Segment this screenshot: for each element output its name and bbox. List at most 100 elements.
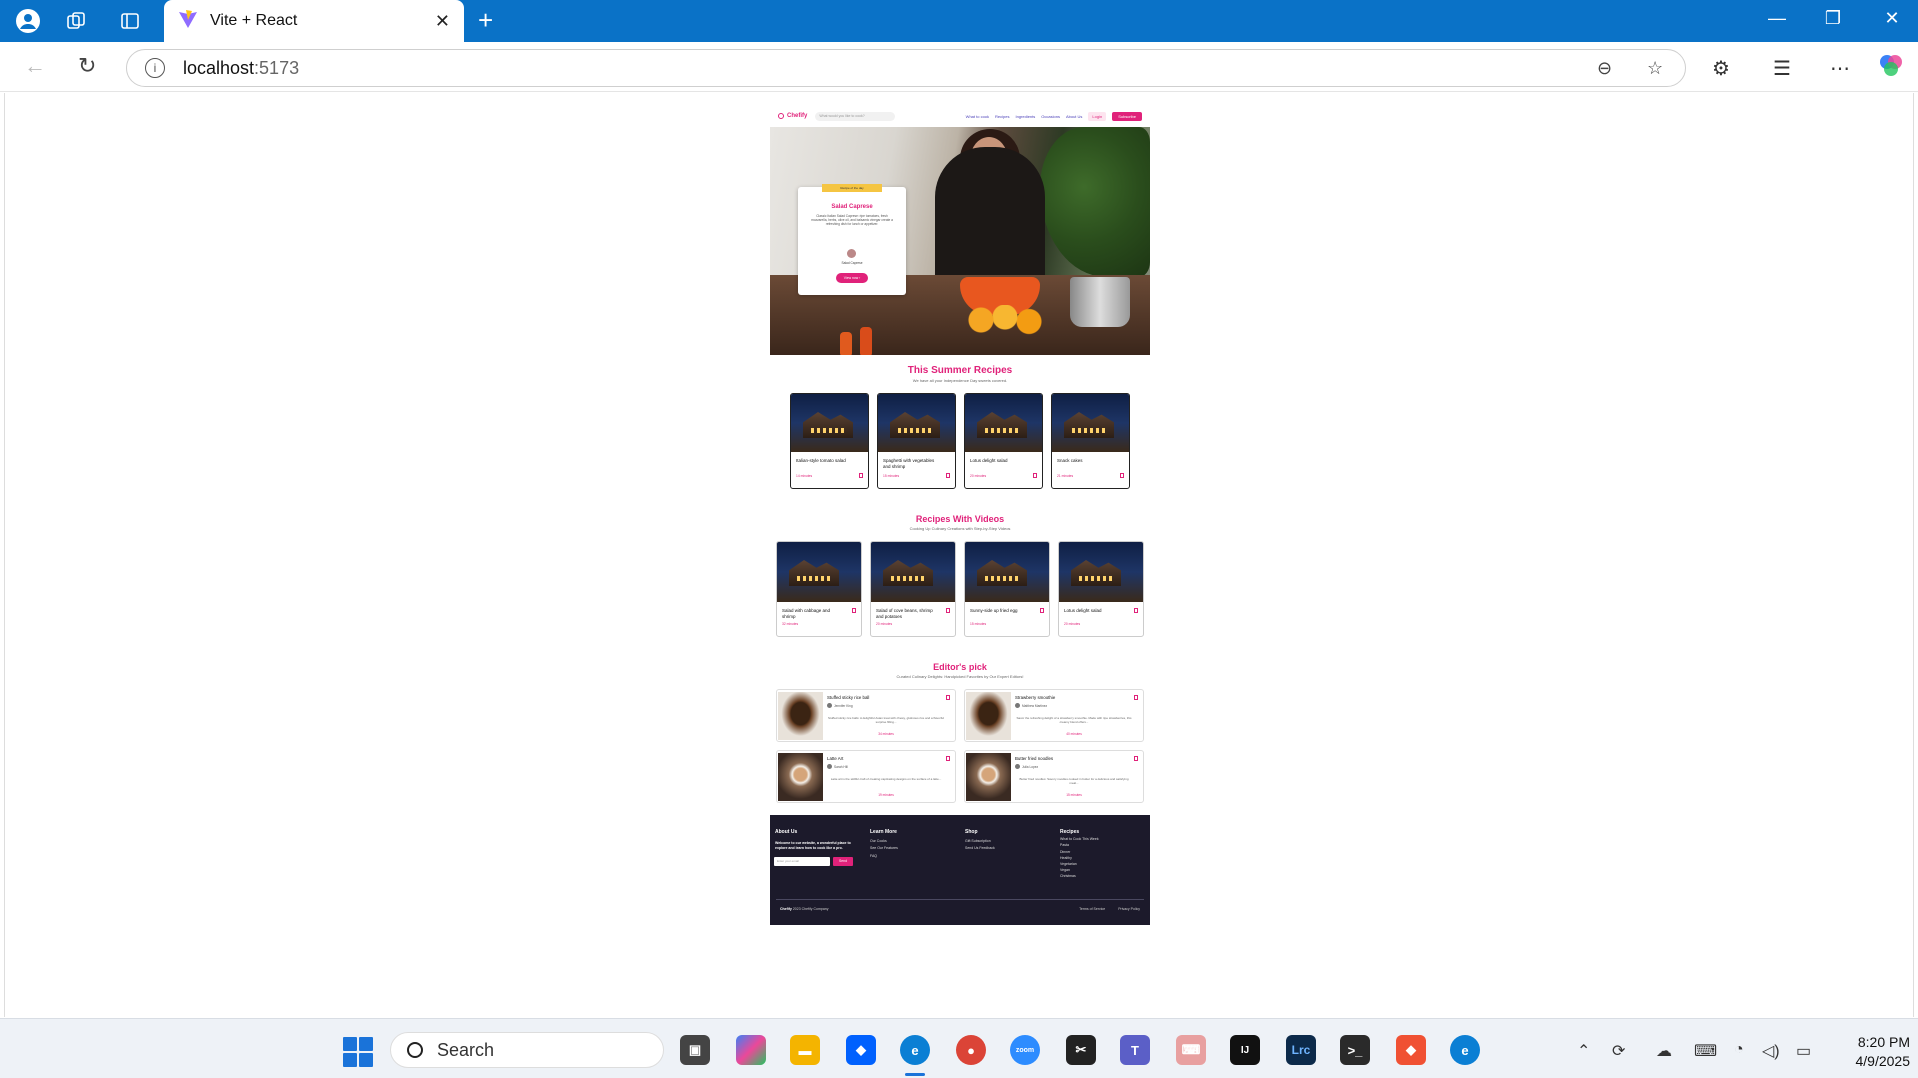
editor-card-description: Latte art is the skillful craft of creat… — [830, 777, 942, 781]
minimize-icon[interactable]: — — [1757, 8, 1797, 29]
tray-overflow-icon[interactable]: ⌃ — [1577, 1041, 1590, 1061]
editor-card[interactable]: Butter fried noodles Julia Lopez Butter … — [964, 750, 1144, 803]
zoom-out-icon[interactable]: ⊖ — [1597, 58, 1612, 79]
workspaces-icon[interactable] — [62, 7, 90, 35]
avatar — [847, 249, 856, 258]
git-icon[interactable]: ◆ — [1396, 1035, 1426, 1065]
bookmark-icon[interactable] — [946, 608, 950, 613]
task-view-icon[interactable]: ▣ — [680, 1035, 710, 1065]
zoom-icon[interactable]: zoom — [1010, 1035, 1040, 1065]
edge-dev-icon[interactable]: e — [1450, 1035, 1480, 1065]
recipe-time: 20 minutes — [1064, 622, 1081, 626]
view-now-button[interactable]: View now › — [836, 273, 868, 283]
bookmark-icon[interactable] — [946, 695, 950, 700]
copilot-app-icon[interactable] — [736, 1035, 766, 1065]
site-logo[interactable]: Chefify — [778, 113, 807, 119]
profile-icon[interactable] — [14, 7, 42, 35]
footer-link[interactable]: Dinner — [1060, 850, 1146, 854]
more-menu-icon[interactable]: ⋯ — [1830, 56, 1850, 81]
bookmark-icon[interactable] — [946, 473, 950, 478]
video-recipe-card[interactable]: Salad with cabbage and shrimp 32 minutes — [776, 541, 862, 637]
nav-recipes[interactable]: Recipes — [995, 114, 1009, 119]
capcut-icon[interactable]: ✂ — [1066, 1035, 1096, 1065]
footer-link[interactable]: See Our Features — [870, 846, 956, 850]
footer-link[interactable]: Send Us Feedback — [965, 846, 1051, 850]
nav-ingredients[interactable]: Ingredients — [1015, 114, 1035, 119]
footer-link[interactable]: Healthy — [1060, 856, 1146, 860]
footer-link[interactable]: What to Cook This Week — [1060, 837, 1146, 841]
restore-icon[interactable]: ❐ — [1813, 8, 1853, 29]
new-tab-icon[interactable]: + — [478, 7, 493, 33]
chrome-icon[interactable]: ● — [956, 1035, 986, 1065]
editor-card[interactable]: Strawberry smoothie Matthew Martinez Sav… — [964, 689, 1144, 742]
login-button[interactable]: Login — [1088, 111, 1107, 121]
footer-link[interactable]: Pasta — [1060, 843, 1146, 847]
volume-icon[interactable]: ◁) — [1762, 1041, 1780, 1061]
dropbox-icon[interactable]: ◆ — [846, 1035, 876, 1065]
bookmark-icon[interactable] — [1134, 608, 1138, 613]
copilot-icon[interactable] — [1878, 52, 1904, 84]
tab-vite-react[interactable]: Vite + React ✕ — [164, 0, 464, 42]
recipe-card[interactable]: Spaghetti with vegetables and shrimp 15 … — [877, 393, 956, 489]
app-icon[interactable]: ⌨ — [1176, 1035, 1206, 1065]
onedrive-icon[interactable]: ☁ — [1656, 1041, 1672, 1061]
wifi-icon[interactable]: ◔ — [1734, 1041, 1744, 1059]
site-search-input[interactable]: What would you like to cook? — [815, 111, 896, 121]
close-window-icon[interactable]: ✕ — [1872, 8, 1912, 29]
recipe-image — [1052, 394, 1129, 452]
privacy-link[interactable]: Privacy Policy — [1118, 907, 1140, 911]
extensions-icon[interactable]: ⚙ — [1712, 56, 1730, 81]
footer-link[interactable]: Vegetarian — [1060, 862, 1146, 866]
bookmark-icon[interactable] — [1120, 473, 1124, 478]
bookmark-icon[interactable] — [859, 473, 863, 478]
favorite-star-icon[interactable]: ☆ — [1647, 58, 1663, 79]
footer-link[interactable]: Our Cooks — [870, 839, 956, 843]
lightroom-icon[interactable]: Lrc — [1286, 1035, 1316, 1065]
recipe-card[interactable]: Italian-style tomato salad 14 minutes — [790, 393, 869, 489]
footer-link[interactable]: Vegan — [1060, 868, 1146, 872]
back-icon[interactable]: ← — [24, 53, 46, 79]
footer-link[interactable]: Christmas — [1060, 874, 1146, 878]
footer-link[interactable]: Gift Subscription — [965, 839, 1051, 843]
teams-icon[interactable]: T — [1120, 1035, 1150, 1065]
bookmark-icon[interactable] — [946, 756, 950, 761]
bookmark-icon[interactable] — [1033, 473, 1037, 478]
nav-occasions[interactable]: Occasions — [1041, 114, 1060, 119]
footer-email-input[interactable]: Enter your email — [774, 857, 830, 866]
taskbar-search[interactable]: Search — [390, 1032, 664, 1068]
edge-icon[interactable]: e — [900, 1035, 930, 1065]
terminal-icon[interactable]: >_ — [1340, 1035, 1370, 1065]
vertical-tabs-icon[interactable] — [116, 7, 144, 35]
footer-link[interactable]: FAQ — [870, 854, 956, 858]
video-recipe-card[interactable]: Salad of cove beans, shrimp and potatoes… — [870, 541, 956, 637]
terms-link[interactable]: Terms of Service — [1079, 907, 1105, 911]
editor-card-time: 19 minutes — [878, 793, 894, 797]
bookmark-icon[interactable] — [1134, 695, 1138, 700]
nav-what-to-cook[interactable]: What to cook — [966, 114, 989, 119]
video-recipe-card[interactable]: Sunny-side up fried egg 15 minutes — [964, 541, 1050, 637]
refresh-icon[interactable]: ↻ — [78, 53, 96, 79]
favorites-icon[interactable]: ☰ — [1773, 56, 1791, 81]
editor-card[interactable]: Latte Art Sarah Hill Latte art is the sk… — [776, 750, 956, 803]
sync-icon[interactable]: ⟳ — [1612, 1041, 1625, 1061]
nav-about-us[interactable]: About Us — [1066, 114, 1082, 119]
editor-card[interactable]: Stuffed sticky rice ball Jennifer King S… — [776, 689, 956, 742]
tab-close-icon[interactable]: ✕ — [435, 11, 450, 32]
bookmark-icon[interactable] — [1040, 608, 1044, 613]
recipe-card[interactable]: Snack cakes 21 minutes — [1051, 393, 1130, 489]
bookmark-icon[interactable] — [852, 608, 856, 613]
intellij-icon[interactable]: IJ — [1230, 1035, 1260, 1065]
recipe-image — [777, 542, 861, 602]
address-bar[interactable]: i localhost:5173 ⊖ ☆ — [126, 49, 1686, 87]
site-info-icon[interactable]: i — [145, 58, 165, 78]
subscribe-button[interactable]: Subscribe — [1112, 111, 1142, 121]
battery-icon[interactable]: ▭ — [1796, 1041, 1811, 1061]
file-explorer-icon[interactable]: ▬ — [790, 1035, 820, 1065]
recipe-card[interactable]: Lotus delight salad 20 minutes — [964, 393, 1043, 489]
keyboard-icon[interactable]: ⌨ — [1694, 1041, 1717, 1061]
footer-send-button[interactable]: Send — [833, 857, 853, 866]
video-recipe-card[interactable]: Lotus delight salad 20 minutes — [1058, 541, 1144, 637]
taskbar-clock[interactable]: 8:20 PM 4/9/2025 — [1825, 1033, 1911, 1071]
start-button[interactable] — [343, 1037, 373, 1067]
bookmark-icon[interactable] — [1134, 756, 1138, 761]
